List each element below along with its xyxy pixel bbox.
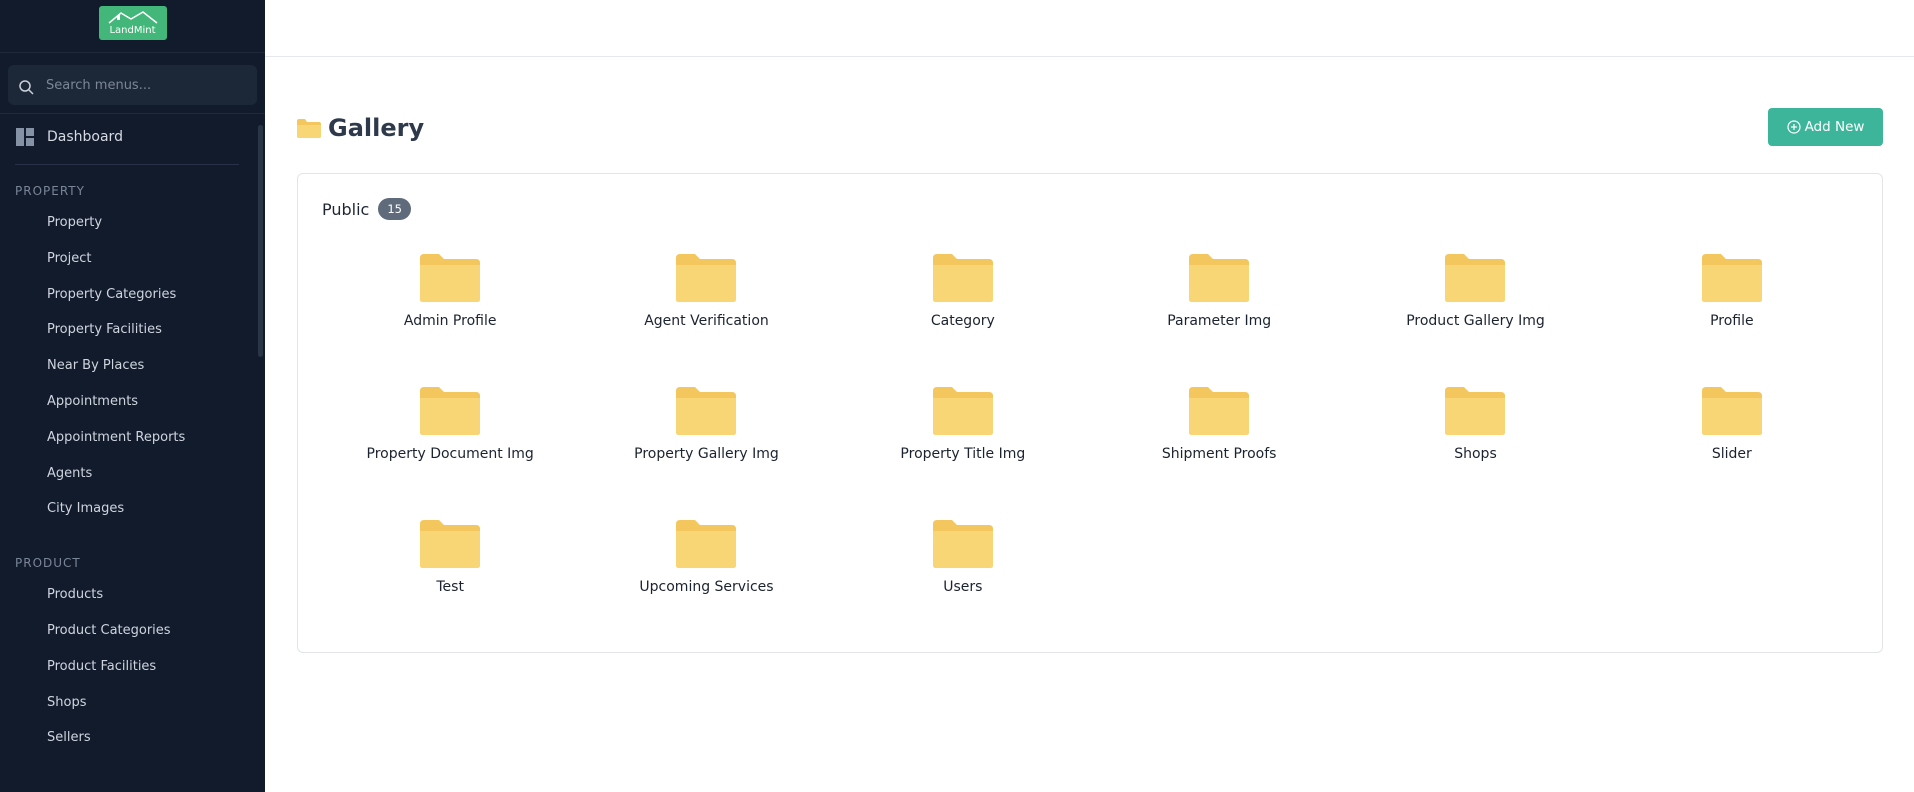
sidebar-item-project[interactable]: Project xyxy=(0,241,265,277)
sidebar-search[interactable] xyxy=(8,65,257,105)
app-logo[interactable]: LandMint xyxy=(98,6,167,40)
folder-icon xyxy=(932,254,993,302)
top-bar xyxy=(265,0,1914,57)
sidebar-item-label: Dashboard xyxy=(47,129,123,145)
folder-label: Shops xyxy=(1454,446,1497,462)
folder-item[interactable]: Admin Profile xyxy=(322,253,578,386)
folder-label: Test xyxy=(436,579,464,595)
folder-label: Parameter Img xyxy=(1167,313,1272,329)
folder-item[interactable]: Parameter Img xyxy=(1091,253,1347,386)
folder-item[interactable]: Agent Verification xyxy=(578,253,834,386)
folder-label: Property Document Img xyxy=(366,446,534,462)
sidebar-item-product-categories[interactable]: Product Categories xyxy=(0,613,265,649)
sidebar-item-property-categories[interactable]: Property Categories xyxy=(0,277,265,313)
sidebar-item-property[interactable]: Property xyxy=(0,205,265,241)
folder-item[interactable]: Users xyxy=(835,519,1091,652)
folder-icon xyxy=(1445,254,1506,302)
folder-icon xyxy=(420,520,481,568)
folder-item[interactable]: Shops xyxy=(1347,386,1603,519)
folder-item[interactable]: Profile xyxy=(1604,253,1860,386)
folder-item[interactable]: Slider xyxy=(1604,386,1860,519)
dashboard-icon xyxy=(16,128,34,146)
sidebar-scrollbar[interactable] xyxy=(258,125,263,357)
sidebar-item-products[interactable]: Products xyxy=(0,577,265,613)
card-header: Public 15 xyxy=(322,198,411,220)
logo-area: LandMint xyxy=(0,0,265,52)
search-icon xyxy=(19,80,34,95)
sidebar-item-city-images[interactable]: City Images xyxy=(0,491,265,527)
folder-icon xyxy=(932,520,993,568)
add-new-label: Add New xyxy=(1804,119,1865,135)
sidebar-divider xyxy=(15,164,239,165)
sidebar-item-appointment-reports[interactable]: Appointment Reports xyxy=(0,420,265,456)
sidebar-item-shops[interactable]: Shops xyxy=(0,685,265,721)
folder-label: Profile xyxy=(1710,313,1754,329)
sidebar-item-sellers[interactable]: Sellers xyxy=(0,720,265,756)
logo-text: LandMint xyxy=(109,25,156,36)
folder-label: Agent Verification xyxy=(644,313,769,329)
folder-label: Property Title Img xyxy=(900,446,1026,462)
folder-icon xyxy=(1701,387,1762,435)
sidebar-item-agents[interactable]: Agents xyxy=(0,456,265,492)
folder-icon xyxy=(1445,387,1506,435)
sidebar-item-property-facilities[interactable]: Property Facilities xyxy=(0,312,265,348)
search-input[interactable] xyxy=(44,76,238,94)
sidebar-item-appointments[interactable]: Appointments xyxy=(0,384,265,420)
sidebar-item-dashboard[interactable]: Dashboard xyxy=(0,114,265,160)
sidebar: LandMint Dashboard PROPERTY Property Pro… xyxy=(0,0,265,792)
section-label-product: PRODUCT xyxy=(15,556,81,571)
folder-icon xyxy=(1701,254,1762,302)
gallery-card: Public 15 Admin Profile Agent Verificatio… xyxy=(297,173,1883,653)
plus-circle-icon xyxy=(1786,120,1801,134)
folder-item[interactable]: Property Document Img xyxy=(322,386,578,519)
folder-label: Category xyxy=(930,313,995,329)
folder-item[interactable]: Product Gallery Img xyxy=(1347,253,1603,386)
page-header: Gallery xyxy=(296,108,424,148)
folder-label: Upcoming Services xyxy=(639,579,774,595)
add-new-button[interactable]: Add New xyxy=(1768,108,1883,146)
folder-icon xyxy=(420,254,481,302)
sidebar-item-near-by-places[interactable]: Near By Places xyxy=(0,348,265,384)
folder-label: Users xyxy=(943,579,983,595)
folder-icon xyxy=(297,119,321,138)
count-badge: 15 xyxy=(378,198,411,220)
folder-label: Admin Profile xyxy=(403,313,497,329)
folder-icon xyxy=(420,387,481,435)
folder-item[interactable]: Property Title Img xyxy=(835,386,1091,519)
folder-icon xyxy=(1189,254,1250,302)
folder-icon xyxy=(1189,387,1250,435)
sidebar-item-product-facilities[interactable]: Product Facilities xyxy=(0,649,265,685)
folder-icon xyxy=(932,387,993,435)
folder-item[interactable]: Property Gallery Img xyxy=(578,386,834,519)
folder-label: Slider xyxy=(1711,446,1752,462)
folder-icon xyxy=(676,520,737,568)
folder-grid: Admin Profile Agent Verification Category P… xyxy=(322,253,1860,652)
sidebar-divider xyxy=(0,52,265,53)
folder-item[interactable]: Test xyxy=(322,519,578,652)
folder-item[interactable]: Shipment Proofs xyxy=(1091,386,1347,519)
folder-item[interactable]: Upcoming Services xyxy=(578,519,834,652)
section-label-property: PROPERTY xyxy=(15,184,85,198)
folder-label: Product Gallery Img xyxy=(1406,313,1545,329)
section-title: Public xyxy=(322,199,370,219)
folder-icon xyxy=(676,387,737,435)
folder-label: Property Gallery Img xyxy=(634,446,779,462)
folder-icon xyxy=(676,254,737,302)
page-title: Gallery xyxy=(328,114,425,142)
folder-item[interactable]: Category xyxy=(835,253,1091,386)
folder-label: Shipment Proofs xyxy=(1161,446,1277,462)
